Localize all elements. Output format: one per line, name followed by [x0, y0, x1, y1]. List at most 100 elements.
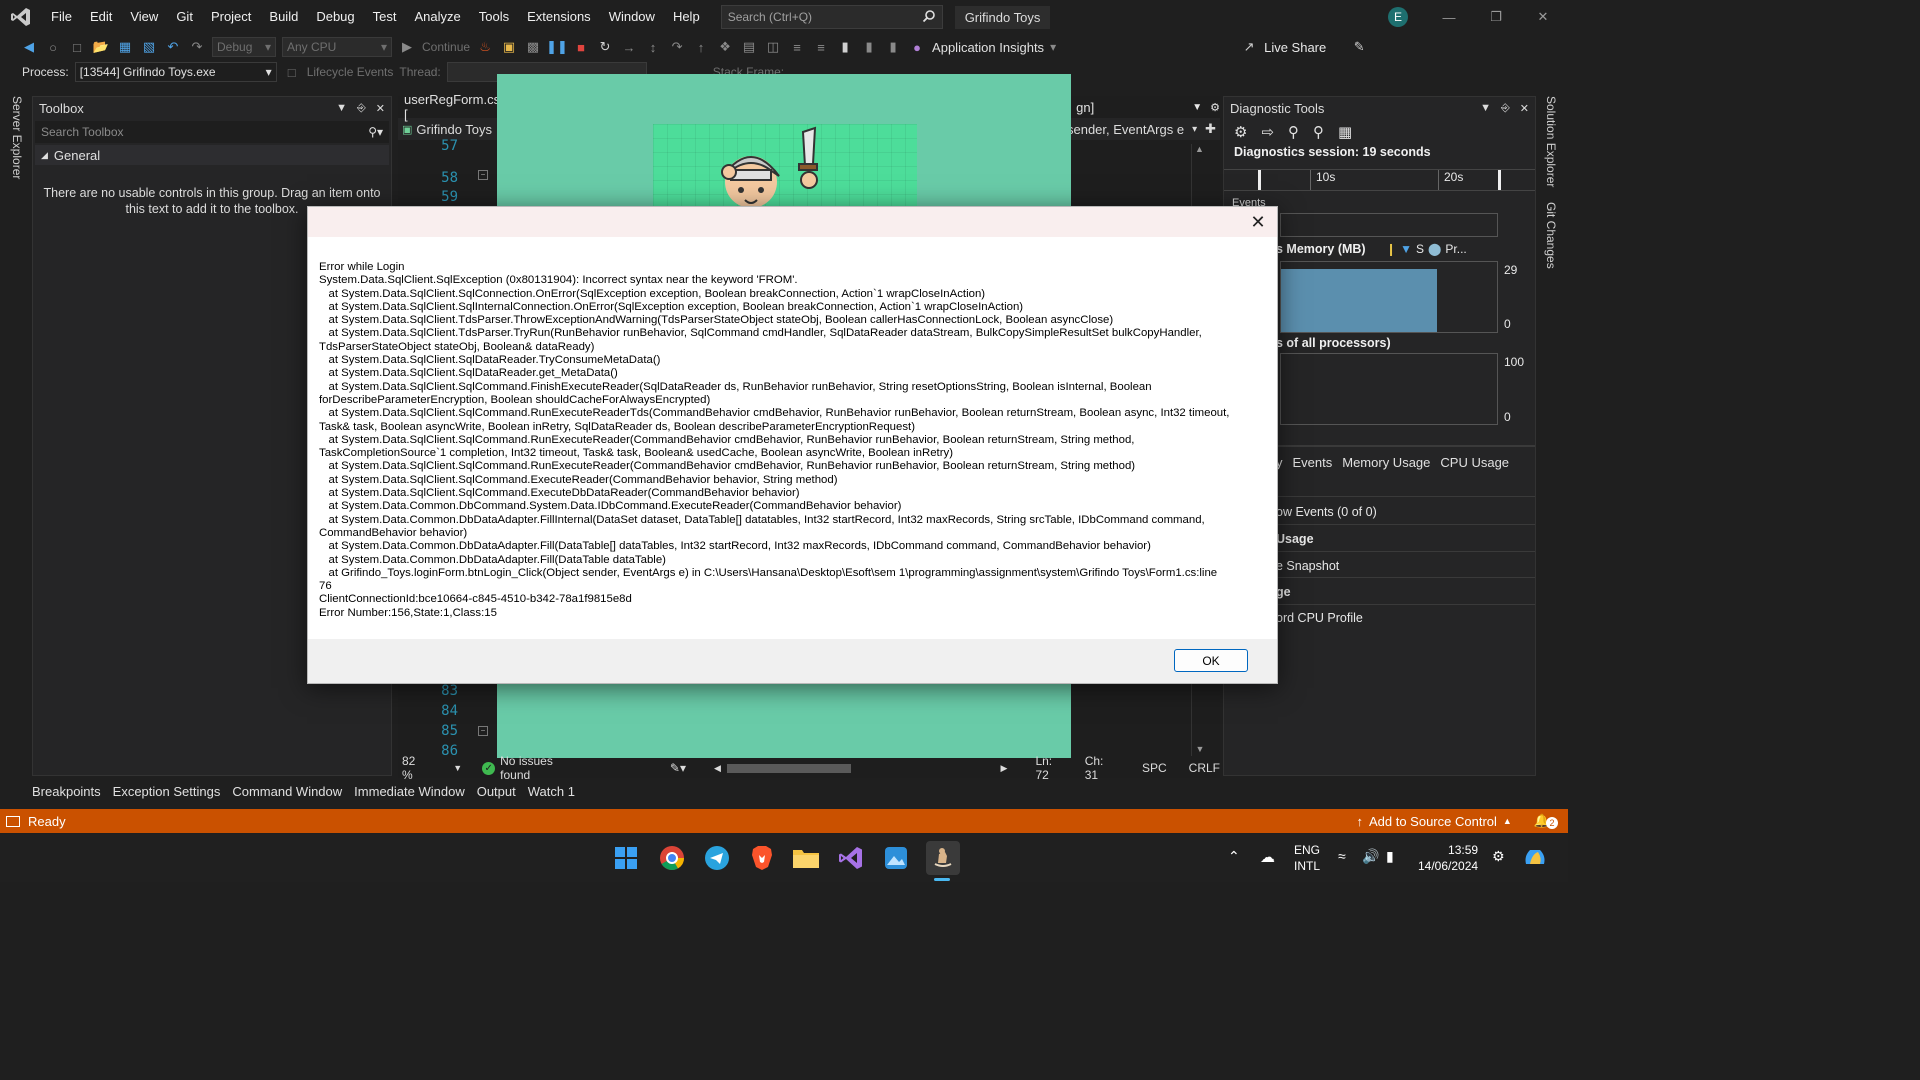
- zoom-in-icon[interactable]: ⚲: [1288, 123, 1299, 141]
- chevron-down-icon[interactable]: ▼: [1480, 102, 1491, 115]
- toolbox-search-input[interactable]: Search Toolbox ⚲▾: [35, 121, 389, 143]
- menu-view[interactable]: View: [121, 0, 167, 34]
- feedback-icon[interactable]: ✎: [1350, 38, 1368, 56]
- tab-designer[interactable]: gn]: [1070, 100, 1100, 115]
- scroll-down-icon[interactable]: ▼: [1192, 744, 1208, 754]
- menu-tools[interactable]: Tools: [470, 0, 518, 34]
- tab-breakpoints[interactable]: Breakpoints: [26, 784, 107, 799]
- stop-icon[interactable]: ■: [572, 38, 590, 56]
- copilot-icon[interactable]: [1522, 846, 1548, 868]
- step-back-icon[interactable]: ↷: [668, 38, 686, 56]
- new-project-icon[interactable]: □: [68, 38, 86, 56]
- restore-icon[interactable]: ❐: [1473, 0, 1519, 34]
- brush-icon[interactable]: ✎▾: [670, 761, 686, 775]
- continue-button[interactable]: Continue: [422, 40, 470, 54]
- restart-icon[interactable]: ↻: [596, 38, 614, 56]
- windows-start-icon[interactable]: [612, 844, 640, 872]
- pin-icon[interactable]: ⎆: [1501, 102, 1510, 115]
- menu-build[interactable]: Build: [260, 0, 307, 34]
- ok-button[interactable]: OK: [1174, 649, 1248, 672]
- scroll-left-icon[interactable]: ◀: [714, 763, 721, 774]
- menu-project[interactable]: Project: [202, 0, 260, 34]
- telegram-icon[interactable]: [703, 844, 731, 872]
- brave-browser-icon[interactable]: [748, 844, 776, 872]
- grifindo-toys-app-icon[interactable]: [926, 841, 960, 875]
- clock[interactable]: 13:59 14/06/2024: [1418, 842, 1478, 874]
- export-icon[interactable]: ⇨: [1261, 123, 1274, 141]
- tab-userregform[interactable]: userRegForm.cs [: [398, 92, 512, 122]
- lifecycle-events-dropdown[interactable]: Lifecycle Events: [307, 65, 394, 79]
- bookmark-icon[interactable]: ▮: [836, 38, 854, 56]
- align-icon[interactable]: ▤: [740, 38, 758, 56]
- breakpoints-icon[interactable]: ❖: [716, 38, 734, 56]
- search-input[interactable]: Search (Ctrl+Q): [720, 5, 943, 29]
- split-icon[interactable]: ✚: [1205, 121, 1216, 137]
- language-indicator[interactable]: ENG INTL: [1294, 842, 1320, 874]
- process-dropdown[interactable]: [13544] Grifindo Toys.exe ▾: [74, 62, 277, 82]
- add-to-source-control-button[interactable]: ↑ Add to Source Control ▲: [1356, 814, 1511, 829]
- menu-analyze[interactable]: Analyze: [405, 0, 469, 34]
- menu-debug[interactable]: Debug: [307, 0, 363, 34]
- tab-immediate-window[interactable]: Immediate Window: [348, 784, 471, 799]
- zoom-dropdown[interactable]: 82 %: [398, 754, 429, 782]
- minimize-icon[interactable]: —: [1426, 0, 1472, 34]
- hot-reload-icon[interactable]: ♨: [476, 38, 494, 56]
- scroll-right-icon[interactable]: ▶: [1001, 763, 1008, 774]
- menu-window[interactable]: Window: [600, 0, 664, 34]
- project-nav-dropdown[interactable]: Grifindo Toys: [416, 122, 492, 137]
- live-share-button[interactable]: Live Share: [1264, 40, 1326, 55]
- menu-file[interactable]: File: [42, 0, 81, 34]
- notifications-bell-icon[interactable]: 🔔 2: [1534, 813, 1558, 829]
- tab-output[interactable]: Output: [471, 784, 522, 799]
- chevron-up-icon[interactable]: ⌃: [1228, 848, 1240, 865]
- take-snapshot-link[interactable]: e Snapshot: [1276, 559, 1339, 573]
- timeline-start-handle[interactable]: [1258, 170, 1261, 190]
- timeline-ruler[interactable]: 10s 20s: [1224, 169, 1535, 191]
- close-icon[interactable]: ✕: [1247, 211, 1269, 233]
- member-nav-dropdown[interactable]: sender, EventArgs e: [1067, 122, 1184, 137]
- collapse-triangle-icon[interactable]: ◢: [41, 150, 48, 161]
- tab-cpu-usage[interactable]: CPU Usage: [1440, 455, 1509, 470]
- chrome-icon[interactable]: [658, 844, 686, 872]
- tab-exception-settings[interactable]: Exception Settings: [107, 784, 227, 799]
- platform-dropdown[interactable]: Any CPU ▾: [282, 37, 392, 57]
- play-icon[interactable]: ▶: [398, 38, 416, 56]
- user-avatar[interactable]: E: [1388, 7, 1408, 27]
- menu-test[interactable]: Test: [364, 0, 406, 34]
- collapse-icon[interactable]: −: [478, 170, 488, 180]
- photos-app-icon[interactable]: [882, 844, 910, 872]
- screenshot-icon[interactable]: ▩: [524, 38, 542, 56]
- browse-icon[interactable]: ▣: [500, 38, 518, 56]
- bookmark-next-icon[interactable]: ▮: [884, 38, 902, 56]
- configuration-dropdown[interactable]: Debug ▾: [212, 37, 276, 57]
- zoom-out-icon[interactable]: ⚲: [1313, 123, 1324, 141]
- close-icon[interactable]: ✕: [1520, 102, 1529, 115]
- wifi-icon[interactable]: ≈: [1338, 848, 1346, 864]
- menu-extensions[interactable]: Extensions: [518, 0, 600, 34]
- tab-dropdown-icon[interactable]: ▼: [1192, 102, 1202, 113]
- layout-icon[interactable]: ◫: [764, 38, 782, 56]
- close-icon[interactable]: ✕: [376, 102, 385, 115]
- redo-icon[interactable]: ↷: [188, 38, 206, 56]
- tab-memory-usage[interactable]: Memory Usage: [1342, 455, 1430, 470]
- timeline-end-handle[interactable]: [1498, 170, 1501, 190]
- line-ending-indicator[interactable]: CRLF: [1189, 761, 1220, 775]
- issues-indicator[interactable]: ✓ No issues found: [482, 754, 586, 782]
- forward-icon[interactable]: ○: [44, 38, 62, 56]
- file-explorer-icon[interactable]: [792, 844, 820, 872]
- visual-studio-taskbar-icon[interactable]: [837, 844, 865, 872]
- menu-git[interactable]: Git: [167, 0, 202, 34]
- step-into-icon[interactable]: ↕: [644, 38, 662, 56]
- collapse-icon[interactable]: −: [478, 726, 488, 736]
- step-out-icon[interactable]: ↑: [692, 38, 710, 56]
- whitespace-indicator[interactable]: SPC: [1142, 761, 1167, 775]
- application-insights-button[interactable]: Application Insights: [932, 40, 1044, 55]
- step-over-icon[interactable]: →: [620, 38, 638, 56]
- back-icon[interactable]: ◀: [20, 38, 38, 56]
- pause-icon[interactable]: ❚❚: [546, 38, 568, 56]
- bookmark-prev-icon[interactable]: ▮: [860, 38, 878, 56]
- tab-watch-1[interactable]: Watch 1: [522, 784, 581, 799]
- gear-icon[interactable]: ⚙: [1210, 101, 1220, 114]
- solution-explorer-tab[interactable]: Solution Explorer: [1544, 96, 1558, 187]
- open-folder-icon[interactable]: 📂: [92, 38, 110, 56]
